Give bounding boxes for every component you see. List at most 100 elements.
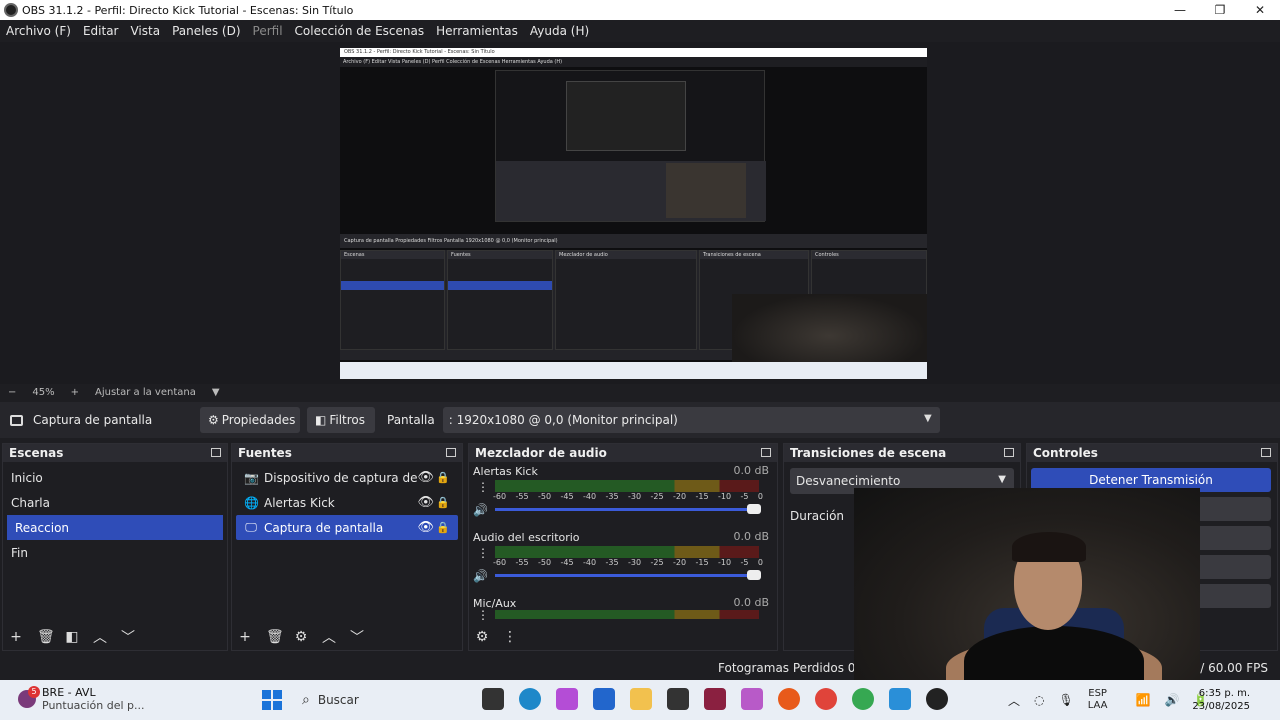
eye-icon[interactable]: 👁 <box>417 520 434 535</box>
tick-label: -25 <box>650 492 664 501</box>
speaker-icon[interactable]: 🔊 <box>473 503 488 517</box>
source-item[interactable]: 📷 Dispositivo de captura de video 👁 🔒 <box>236 465 458 490</box>
obs-icon[interactable] <box>926 688 948 710</box>
more-options-icon[interactable]: ⋮ <box>477 480 489 494</box>
tray-expand-icon[interactable]: ︿ <box>1008 692 1020 709</box>
menu-archivo[interactable]: Archivo (F) <box>6 24 71 38</box>
scene-item[interactable]: Inicio <box>3 465 227 490</box>
audio-settings-icon[interactable]: ⚙ <box>475 629 489 645</box>
volume-slider[interactable] <box>495 504 761 514</box>
source-item-selected[interactable]: 🖵 Captura de pantalla 👁 🔒 <box>236 515 458 540</box>
app-icon[interactable] <box>704 688 726 710</box>
copilot-icon[interactable] <box>556 688 578 710</box>
move-up-icon[interactable]: ︿ <box>93 627 107 647</box>
zoom-dropdown-icon[interactable]: ▼ <box>212 387 220 398</box>
preview-area[interactable]: OBS 31.1.2 - Perfil: Directo Kick Tutori… <box>0 42 1280 384</box>
microphone-icon[interactable]: 🎙 <box>1059 693 1074 707</box>
move-up-icon[interactable]: ︿ <box>322 627 336 647</box>
wifi-icon[interactable]: 📶 <box>1136 693 1151 707</box>
task-view-icon[interactable] <box>482 688 504 710</box>
minimize-button[interactable]: — <box>1160 0 1200 20</box>
gear-icon[interactable]: ⚙ <box>294 629 308 645</box>
chrome-profile-icon[interactable] <box>852 688 874 710</box>
preview-mini-transitions-header: Transiciones de escena <box>700 251 808 259</box>
fit-window-button[interactable]: Ajustar a la ventana <box>95 387 196 398</box>
undock-icon[interactable] <box>761 448 771 457</box>
menu-coleccion-escenas[interactable]: Colección de Escenas <box>295 24 425 38</box>
menu-vista[interactable]: Vista <box>130 24 160 38</box>
menu-editar[interactable]: Editar <box>83 24 119 38</box>
firefox-icon[interactable] <box>778 688 800 710</box>
trash-icon[interactable]: 🗑 <box>37 629 55 645</box>
menu-ayuda[interactable]: Ayuda (H) <box>530 24 589 38</box>
volume-slider-handle[interactable] <box>747 504 761 514</box>
move-down-icon[interactable]: ﹀ <box>350 627 364 647</box>
move-down-icon[interactable]: ﹀ <box>121 627 135 647</box>
undock-icon[interactable] <box>1261 448 1271 457</box>
system-tray: ︿ ◌ 🎙 ESP LAA 📶 🔊 🔋 <box>1008 688 1222 712</box>
lock-icon[interactable]: 🔒 <box>436 521 450 534</box>
lock-icon[interactable]: 🔒 <box>436 496 450 509</box>
undock-icon[interactable] <box>446 448 456 457</box>
more-options-icon[interactable]: ⋮ <box>477 546 489 560</box>
volume-slider-handle[interactable] <box>747 570 761 580</box>
add-icon[interactable]: + <box>9 629 23 645</box>
filters-button[interactable]: ◧ Filtros <box>307 407 375 433</box>
obs-logo-icon <box>4 3 18 17</box>
scene-item[interactable]: Fin <box>3 540 227 565</box>
scene-item-selected[interactable]: Reaccion <box>7 515 223 540</box>
eye-icon[interactable]: 👁 <box>417 470 434 485</box>
window-titlebar: OBS 31.1.2 - Perfil: Directo Kick Tutori… <box>0 0 1280 20</box>
windows-start-icon[interactable] <box>262 690 282 710</box>
transitions-header: Transiciones de escena <box>784 444 1020 462</box>
language-indicator[interactable]: ESP LAA <box>1088 688 1122 712</box>
maximize-button[interactable]: ❐ <box>1200 0 1240 20</box>
menu-perfil[interactable]: Perfil <box>253 24 283 38</box>
zoom-out-button[interactable]: − <box>8 387 16 398</box>
source-item[interactable]: 🌐 Alertas Kick 👁 🔒 <box>236 490 458 515</box>
lock-icon[interactable]: 🔒 <box>436 471 450 484</box>
preview-nested-camera <box>666 163 746 218</box>
store-icon[interactable] <box>593 688 615 710</box>
scene-item[interactable]: Charla <box>3 490 227 515</box>
properties-label: Propiedades <box>221 413 296 427</box>
folder-icon[interactable] <box>630 688 652 710</box>
search-icon: ⌕ <box>302 692 310 708</box>
notepad-icon[interactable] <box>889 688 911 710</box>
menu-herramientas[interactable]: Herramientas <box>436 24 518 38</box>
trash-icon[interactable]: 🗑 <box>266 629 284 645</box>
taskbar-clock[interactable]: 6:35 p. m. 23/08/2025 <box>1192 687 1250 713</box>
display-select[interactable]: : 1920x1080 @ 0,0 (Monitor principal) ▼ <box>442 407 940 433</box>
volume-slider[interactable] <box>495 570 761 580</box>
taskbar-search[interactable]: ⌕ Buscar <box>296 686 476 714</box>
app-icon[interactable] <box>667 688 689 710</box>
properties-button[interactable]: ⚙ Propiedades <box>200 407 300 433</box>
filters-label: Filtros <box>329 413 366 427</box>
add-icon[interactable]: + <box>238 629 252 645</box>
display-label: Pantalla <box>387 413 435 427</box>
edge-icon[interactable] <box>519 688 541 710</box>
sports-icon: 5 <box>18 686 40 708</box>
sources-dock: Fuentes 📷 Dispositivo de captura de vide… <box>231 443 463 651</box>
zoom-in-button[interactable]: + <box>71 387 79 398</box>
filter-icon[interactable]: ◧ <box>65 629 79 645</box>
clock-time: 6:35 p. m. <box>1198 688 1250 699</box>
tick-label: -10 <box>718 492 732 501</box>
widgets-button[interactable]: 5 BRE - AVL Puntuación del p... <box>18 686 145 712</box>
more-options-icon[interactable]: ⋮ <box>477 608 489 622</box>
eye-icon[interactable]: 👁 <box>417 495 434 510</box>
more-options-icon[interactable]: ⋮ <box>503 629 517 645</box>
tray-app-icon[interactable]: ◌ <box>1034 693 1044 707</box>
preview-canvas[interactable]: OBS 31.1.2 - Perfil: Directo Kick Tutori… <box>340 48 927 379</box>
close-button[interactable]: ✕ <box>1240 0 1280 20</box>
volume-icon[interactable]: 🔊 <box>1164 693 1179 707</box>
source-label: Dispositivo de captura de video <box>264 470 422 485</box>
chrome-icon[interactable] <box>815 688 837 710</box>
preview-mini-mixer-header: Mezclador de audio <box>556 251 696 259</box>
windows-taskbar: 5 BRE - AVL Puntuación del p... ⌕ Buscar … <box>0 680 1280 720</box>
speaker-icon[interactable]: 🔊 <box>473 569 488 583</box>
snipping-icon[interactable] <box>741 688 763 710</box>
menu-paneles[interactable]: Paneles (D) <box>172 24 240 38</box>
undock-icon[interactable] <box>211 448 221 457</box>
undock-icon[interactable] <box>1004 448 1014 457</box>
